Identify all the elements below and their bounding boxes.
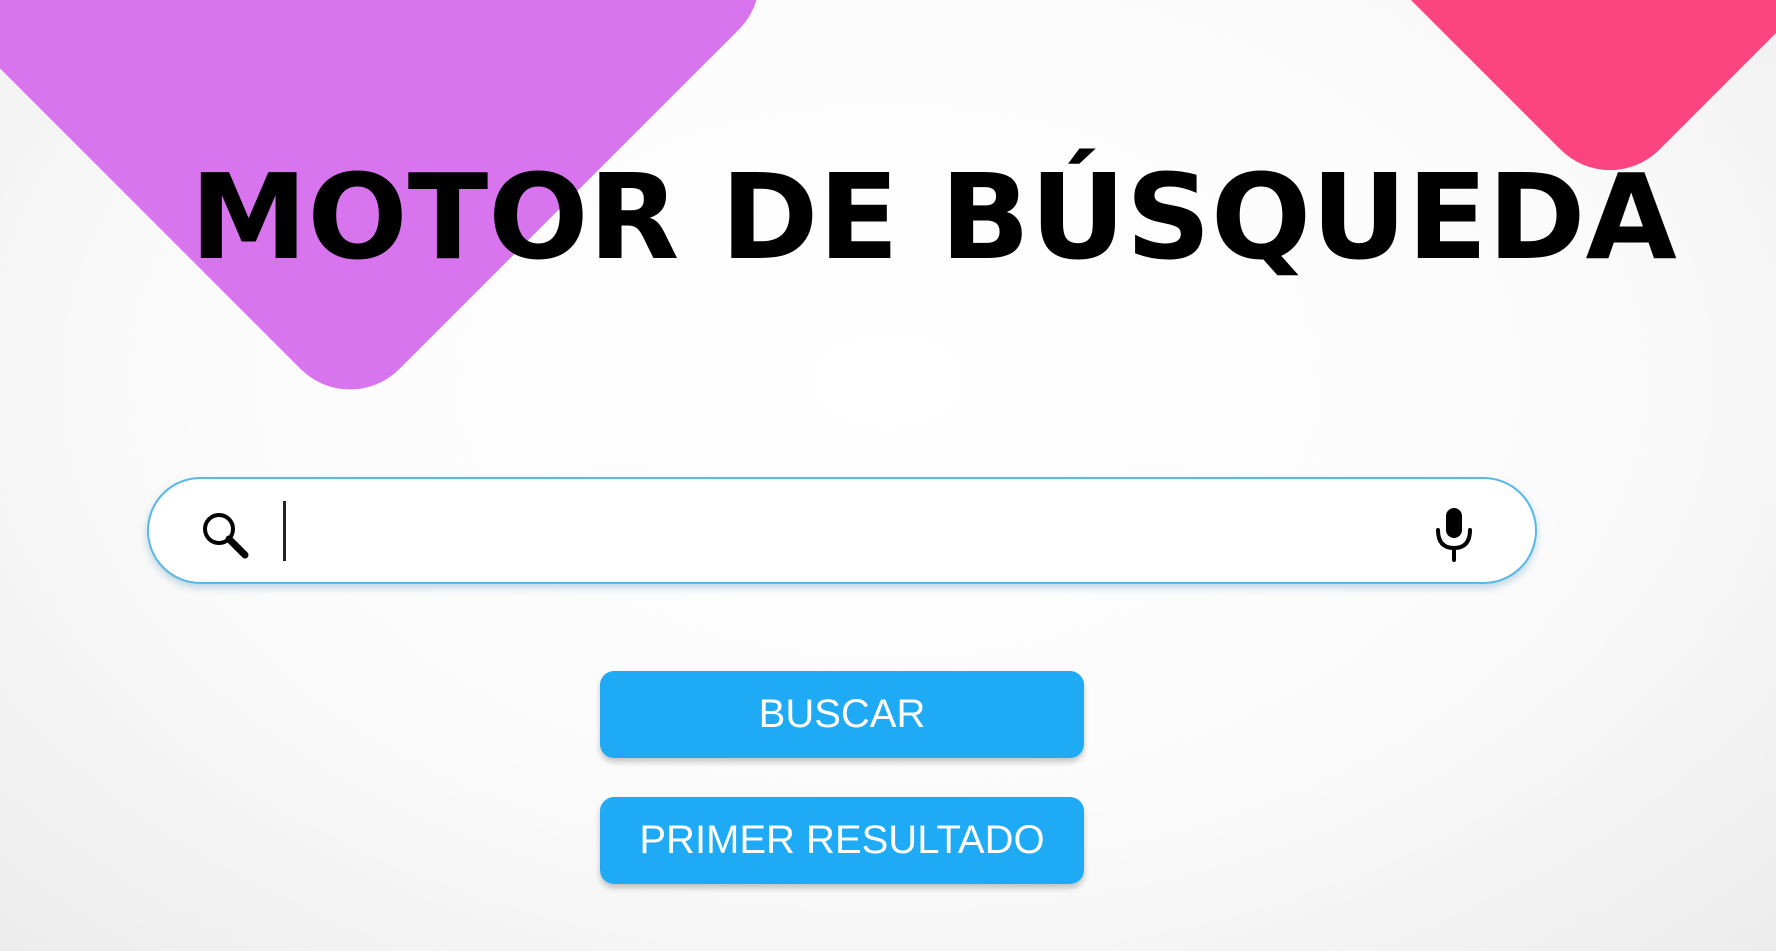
text-caret	[283, 501, 286, 561]
microphone-icon[interactable]	[1431, 506, 1477, 562]
search-button[interactable]: BUSCAR	[600, 671, 1084, 758]
search-input[interactable]	[279, 499, 1429, 565]
first-result-button[interactable]: PRIMER RESULTADO	[600, 797, 1084, 884]
page-title: MOTOR DE BÚSQUEDA	[190, 148, 1677, 286]
search-icon[interactable]	[197, 507, 253, 563]
search-bar[interactable]	[147, 477, 1537, 584]
